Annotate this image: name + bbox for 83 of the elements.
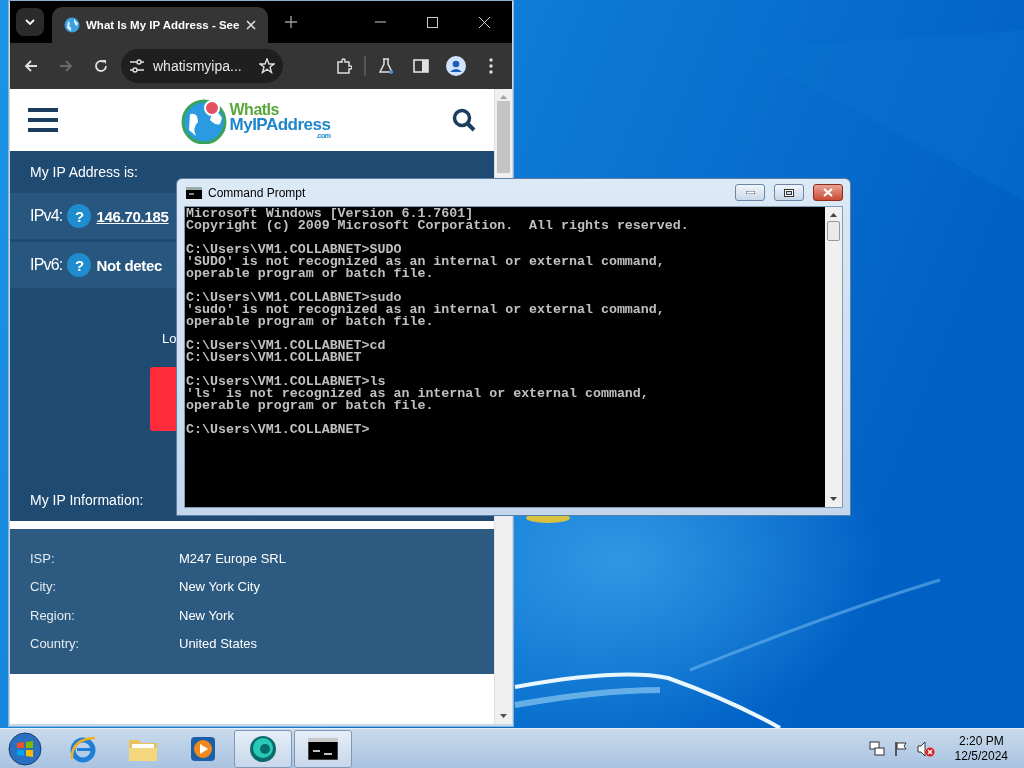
side-panel-icon — [413, 59, 429, 73]
ip-link[interactable]: 146.70.185 — [96, 207, 169, 225]
clock-date: 12/5/2024 — [954, 748, 1008, 764]
scroll-down-icon — [830, 497, 837, 501]
info-value: New York City — [179, 579, 260, 595]
tab-search-button[interactable] — [16, 8, 44, 36]
speaker-icon[interactable] — [916, 740, 935, 757]
console-icon — [308, 737, 338, 760]
console-line: Microsoft Windows [Version 6.1.7601] — [186, 208, 474, 220]
console-line: C:\Users\VM1.COLLABNET>cd — [186, 340, 386, 352]
taskbar-button[interactable] — [294, 729, 352, 768]
console-icon — [186, 186, 202, 199]
menu-icon — [28, 108, 58, 132]
round-app-icon — [248, 733, 278, 764]
info-value: United States — [179, 636, 258, 652]
scroll-up-icon — [500, 95, 507, 99]
info-label: City: — [30, 579, 57, 595]
globe-icon — [64, 17, 80, 33]
minimize-icon — [745, 191, 755, 194]
ip-value: Not detec — [96, 256, 163, 274]
console-line: C:\Users\VM1.COLLABNET>sudo — [186, 292, 402, 304]
browser-e-icon — [69, 734, 97, 763]
reload-icon — [94, 59, 108, 73]
window-title: Command Prompt — [208, 185, 306, 200]
scrollbar-thumb[interactable] — [827, 221, 840, 241]
chevron-down-icon — [25, 19, 35, 25]
console-line: Copyright (c) 2009 Microsoft Corporation. All rights reserved. — [186, 220, 689, 232]
media-player-icon — [190, 735, 216, 762]
back-arrow-icon — [24, 60, 38, 72]
info-label: Region: — [30, 607, 76, 623]
close-icon — [823, 188, 833, 197]
console-output[interactable] — [185, 207, 825, 507]
puzzle-icon — [336, 58, 352, 74]
minimize-icon — [374, 21, 386, 23]
console-line: C:\Users\VM1.COLLABNET>SUDO — [186, 244, 402, 256]
info-label: ISP: — [30, 550, 56, 566]
console-line: C:\Users\VM1.COLLABNET> — [186, 424, 370, 436]
scrollbar[interactable] — [825, 207, 842, 507]
scroll-down-icon — [500, 714, 507, 718]
help-badge[interactable]: ? — [67, 253, 92, 277]
clock-time: 2:20 PM — [958, 733, 1004, 749]
console-line: C:\Users\VM1.COLLABNET>ls — [186, 376, 386, 388]
info-value: New York — [179, 607, 234, 623]
console-line: operable program or batch file. — [186, 268, 434, 280]
console-line: operable program or batch file. — [186, 316, 434, 328]
close-icon — [246, 20, 256, 30]
ip-label: IPv4: — [30, 207, 63, 225]
info-value: M247 Europe SRL — [179, 550, 286, 566]
info-label: Country: — [30, 636, 81, 652]
console-line: 'ls' is not recognized as an internal or external command, — [186, 388, 649, 400]
console-line: operable program or batch file. — [186, 400, 434, 412]
scroll-up-icon — [830, 213, 837, 217]
help-badge[interactable]: ? — [67, 204, 92, 228]
forward-arrow-icon — [59, 60, 73, 72]
scrollbar-thumb[interactable] — [497, 101, 510, 173]
console-line: C:\Users\VM1.COLLABNET — [186, 352, 362, 364]
minimize-button[interactable] — [735, 184, 765, 201]
section-heading: My IP Address is: — [30, 164, 138, 180]
close-icon — [478, 16, 490, 28]
star-icon — [259, 58, 275, 74]
console-line: 'SUDO' is not recognized as an internal or external command, — [186, 256, 665, 268]
address-field[interactable]: whatismyipa... — [121, 49, 283, 83]
flag-icon — [892, 740, 909, 757]
search-icon — [452, 108, 476, 132]
windows-orb-icon — [8, 731, 42, 766]
ip-label: IPv6: — [30, 256, 63, 274]
lookup-text: Lo — [162, 331, 177, 346]
maximize-icon — [784, 188, 794, 197]
maximize-button[interactable] — [774, 184, 804, 201]
network-icon — [868, 740, 885, 757]
more-icon — [489, 58, 493, 74]
plus-icon — [285, 16, 297, 28]
logo-text: WhatIs — [229, 101, 280, 117]
avatar-icon — [446, 56, 466, 76]
flask-icon — [378, 58, 394, 74]
close-button[interactable] — [813, 184, 843, 201]
logo-text: MyIPAddress — [229, 116, 331, 132]
maximize-icon — [426, 16, 438, 28]
console-line: 'sudo' is not recognized as an internal or external command, — [186, 304, 665, 316]
tune-icon — [129, 59, 145, 73]
browser-tab[interactable]: What Is My IP Address - See — [52, 7, 268, 43]
section-heading: My IP Information: — [30, 492, 144, 508]
start-button[interactable] — [6, 729, 44, 768]
